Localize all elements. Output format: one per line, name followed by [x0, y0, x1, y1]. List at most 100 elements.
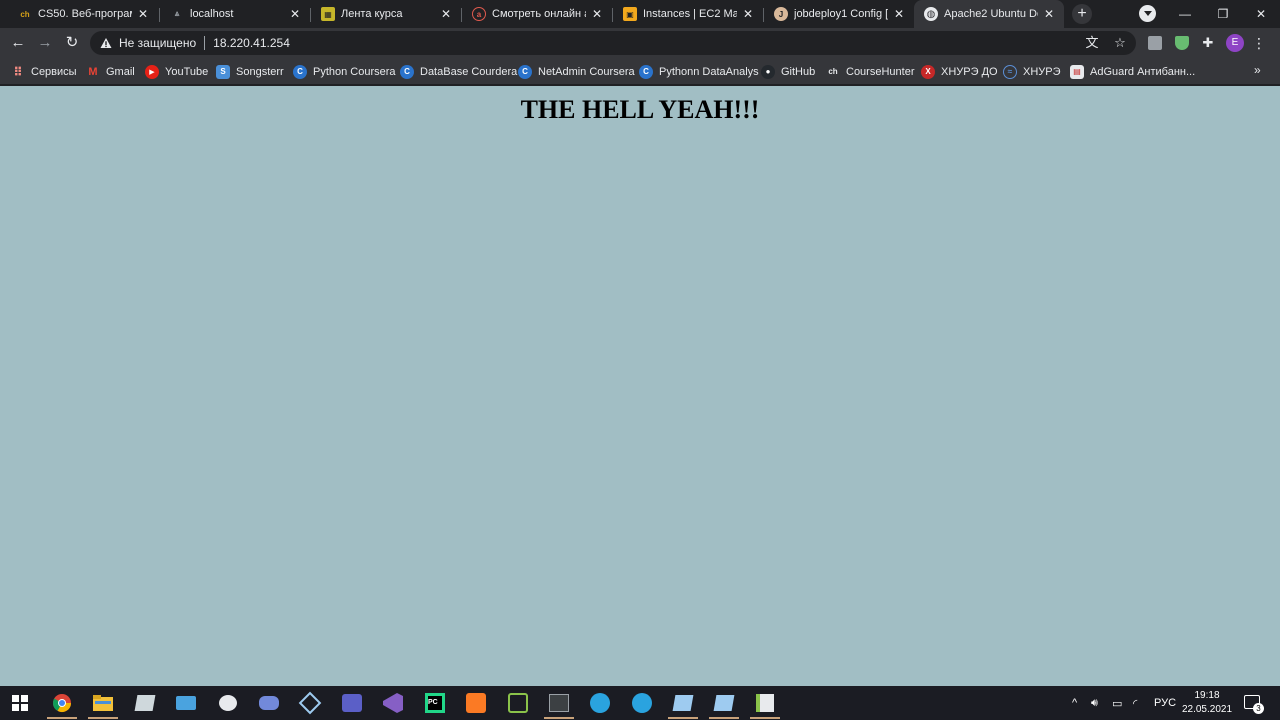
- back-button[interactable]: ←: [8, 33, 28, 53]
- wifi-icon[interactable]: ◜: [1133, 686, 1137, 720]
- bookmark-label: Pythonn DataAnalys: [659, 65, 759, 78]
- localhost-favicon-icon: ⩓: [174, 9, 180, 18]
- running-indicator: [750, 717, 780, 719]
- minimize-button[interactable]: —: [1166, 0, 1204, 28]
- xampp-icon[interactable]: [464, 691, 488, 715]
- close-tab-icon[interactable]: ✕: [1042, 7, 1056, 21]
- bookmarks-overflow-button[interactable]: »: [1254, 63, 1261, 77]
- app-icon[interactable]: [133, 691, 157, 715]
- bookmark-python-coursera[interactable]: C Python Coursera: [293, 63, 396, 80]
- discord-icon[interactable]: [257, 691, 281, 715]
- running-indicator: [544, 717, 574, 719]
- address-bar[interactable]: Не защищено 18.220.41.254 文 ☆: [90, 31, 1136, 55]
- bookmark-star-icon[interactable]: ☆: [1110, 33, 1130, 53]
- notification-count-badge: 3: [1253, 703, 1264, 714]
- bookmarks-bar: ⠿ Сервисы M Gmail ▶ YouTube S Songsterr …: [0, 58, 1280, 85]
- virtualbox-icon[interactable]: [298, 691, 322, 715]
- app-icon[interactable]: [712, 691, 736, 715]
- close-window-button[interactable]: ✕: [1242, 0, 1280, 28]
- extension-icon[interactable]: [1148, 36, 1162, 50]
- running-indicator: [668, 717, 698, 719]
- profile-avatar[interactable]: E: [1226, 34, 1244, 52]
- bookmark-gmail[interactable]: M Gmail: [86, 63, 135, 80]
- close-tab-icon[interactable]: ✕: [136, 7, 150, 21]
- new-tab-button[interactable]: +: [1072, 4, 1092, 24]
- terminal-icon[interactable]: [547, 691, 571, 715]
- tab-anime[interactable]: a Смотреть онлайн аниме ✕: [462, 0, 612, 28]
- file-explorer-icon[interactable]: [91, 691, 115, 715]
- bookmark-label: CourseHunter: [846, 65, 915, 78]
- bookmark-nure-do[interactable]: Х ХНУРЭ ДО: [921, 63, 998, 80]
- app-icon[interactable]: [506, 691, 530, 715]
- close-tab-icon[interactable]: ✕: [892, 7, 906, 21]
- bookmark-github[interactable]: ● GitHub: [761, 63, 815, 80]
- close-tab-icon[interactable]: ✕: [288, 7, 302, 21]
- tab-jenkins[interactable]: J jobdeploy1 Config [Jenkins] ✕: [764, 0, 914, 28]
- nure-icon: ≈: [1003, 64, 1017, 79]
- close-tab-icon[interactable]: ✕: [741, 7, 755, 21]
- clock-date: 22.05.2021: [1181, 704, 1233, 715]
- anime-favicon-icon: a: [472, 7, 486, 21]
- pycharm-icon[interactable]: PC: [423, 691, 447, 715]
- visual-studio-icon[interactable]: [381, 691, 405, 715]
- tab-title: jobdeploy1 Config [Jenkins]: [794, 8, 888, 20]
- bookmark-coursehunter[interactable]: ch CourseHunter: [826, 63, 914, 80]
- clock-time: 19:18: [1194, 690, 1220, 701]
- tab-title: localhost: [190, 8, 234, 20]
- tab-localhost[interactable]: ⩓ localhost ✕: [160, 0, 310, 28]
- translate-icon[interactable]: 文: [1082, 33, 1102, 53]
- security-status-label[interactable]: Не защищено: [119, 36, 196, 50]
- image-favicon-icon: ▦: [321, 7, 335, 21]
- coursera-icon: C: [639, 64, 653, 79]
- bookmark-nure[interactable]: ≈ ХНУРЭ: [1003, 63, 1061, 80]
- bookmark-netadmin-coursera[interactable]: C NetAdmin Coursera: [518, 63, 635, 80]
- bookmark-adguard[interactable]: ▤ AdGuard Антибанн...: [1070, 63, 1195, 80]
- mail-icon[interactable]: [174, 691, 198, 715]
- close-tab-icon[interactable]: ✕: [439, 7, 453, 21]
- browser-menu-icon[interactable]: ⋮: [1252, 33, 1266, 53]
- tab-apache-active[interactable]: ◍ Apache2 Ubuntu Default Page ✕: [914, 0, 1064, 28]
- tab-title: Instances | EC2 Management: [643, 8, 737, 20]
- teams-icon[interactable]: [340, 691, 364, 715]
- coursehunter-icon: ch: [828, 67, 838, 76]
- system-clock[interactable]: 19:18 22.05.2021: [1180, 689, 1234, 717]
- tab-ec2[interactable]: ▣ Instances | EC2 Management ✕: [613, 0, 763, 28]
- chrome-icon[interactable]: [50, 691, 74, 715]
- notepad-icon[interactable]: [753, 691, 777, 715]
- tab-cs50[interactable]: ch CS50. Веб-программирование ✕: [8, 0, 158, 28]
- page-heading: THE HELL YEAH!!!: [520, 95, 760, 124]
- language-indicator[interactable]: РУС: [1154, 686, 1176, 720]
- telegram-icon[interactable]: [588, 691, 612, 715]
- bookmark-python-data-analysis[interactable]: C Pythonn DataAnalys: [639, 63, 759, 80]
- close-tab-icon[interactable]: ✕: [590, 7, 604, 21]
- songsterr-icon: S: [216, 64, 230, 79]
- bookmark-songsterr[interactable]: S Songsterr: [216, 63, 284, 80]
- tab-search-button[interactable]: [1139, 5, 1156, 22]
- battery-icon[interactable]: ▭: [1112, 686, 1122, 720]
- globe-favicon-icon: ◍: [924, 7, 938, 21]
- extensions-puzzle-icon[interactable]: ✚: [1198, 33, 1218, 53]
- bookmark-label: ХНУРЭ: [1023, 65, 1061, 78]
- gmail-icon: M: [88, 65, 98, 78]
- bookmark-youtube[interactable]: ▶ YouTube: [145, 63, 208, 80]
- paint-icon[interactable]: [216, 691, 240, 715]
- youtube-icon: ▶: [145, 64, 159, 79]
- reload-button[interactable]: ↻: [62, 33, 82, 53]
- windows-taskbar: PC ^ 🔊︎ ▭ ◜ РУС 19:18 22.05.2021 3: [0, 686, 1280, 720]
- windows-start-icon[interactable]: [8, 691, 32, 715]
- bookmark-services[interactable]: ⠿ Сервисы: [11, 63, 76, 80]
- volume-icon[interactable]: 🔊︎: [1091, 686, 1098, 720]
- bookmark-database-coursera[interactable]: C DataBase Courdera: [400, 63, 517, 80]
- tab-course-feed[interactable]: ▦ Лента курса ✕: [311, 0, 461, 28]
- telegram-icon[interactable]: [630, 691, 654, 715]
- tab-strip: ch CS50. Веб-программирование ✕ ⩓ localh…: [0, 0, 1280, 28]
- maximize-button[interactable]: ❐: [1204, 0, 1242, 28]
- jenkins-favicon-icon: J: [774, 7, 788, 21]
- app-icon[interactable]: [671, 691, 695, 715]
- show-hidden-icons-chevron-icon[interactable]: ^: [1072, 686, 1077, 720]
- bookmark-label: Gmail: [106, 65, 135, 78]
- url-text[interactable]: 18.220.41.254: [213, 36, 290, 50]
- adguard-shield-icon[interactable]: [1175, 36, 1189, 50]
- bookmark-label: YouTube: [165, 65, 209, 78]
- forward-button[interactable]: →: [35, 33, 55, 53]
